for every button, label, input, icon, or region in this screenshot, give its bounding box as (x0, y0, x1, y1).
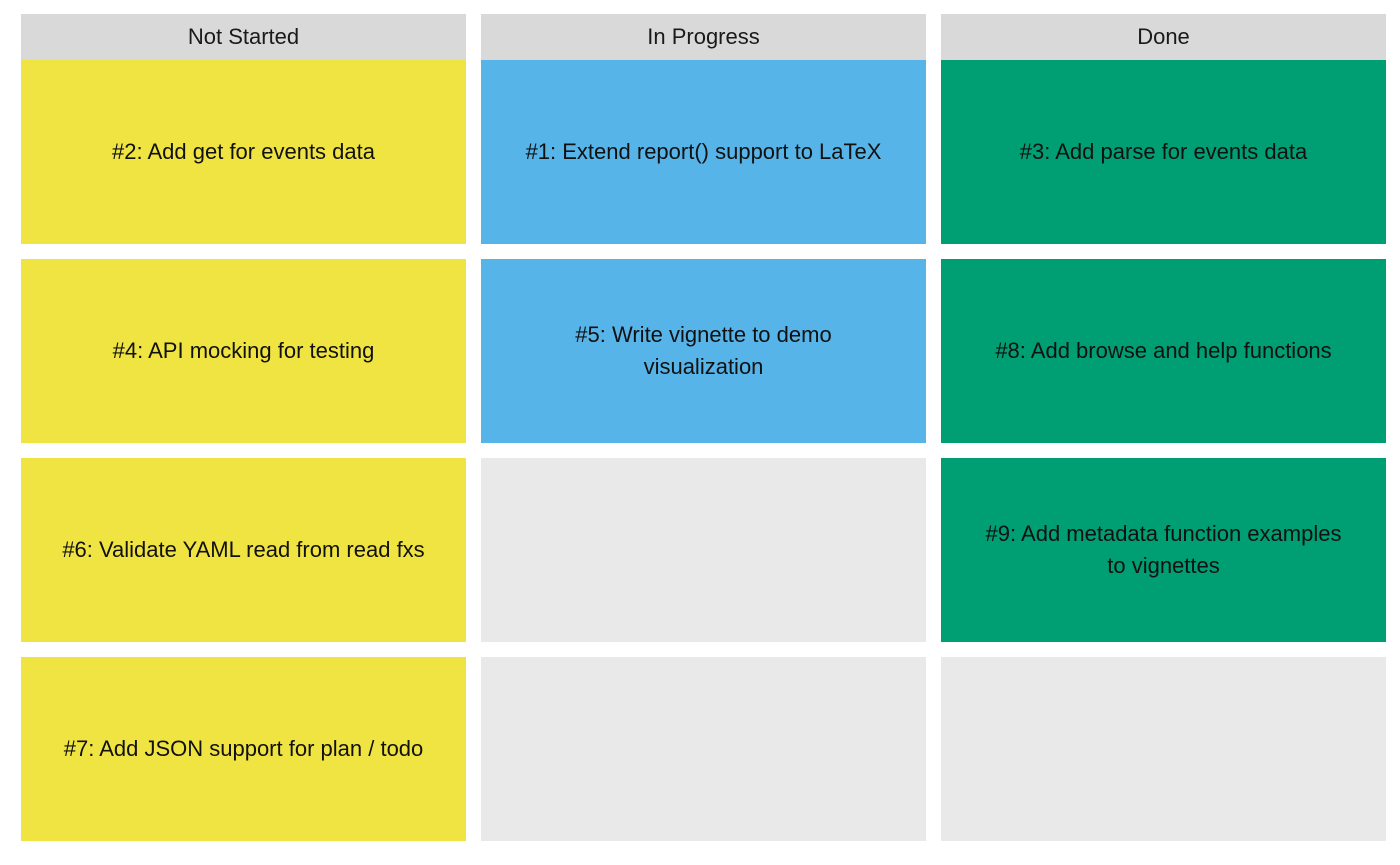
issue-card[interactable]: #3: Add parse for events data (941, 60, 1386, 244)
issue-card[interactable]: #5: Write vignette to demo visualization (481, 259, 926, 443)
issue-card[interactable]: #4: API mocking for testing (21, 259, 466, 443)
column-cards-not-started: #2: Add get for events data #4: API mock… (21, 60, 466, 841)
column-in-progress: In Progress #1: Extend report() support … (481, 14, 926, 841)
issue-card[interactable]: #1: Extend report() support to LaTeX (481, 60, 926, 244)
issue-card[interactable]: #8: Add browse and help functions (941, 259, 1386, 443)
issue-card[interactable]: #7: Add JSON support for plan / todo (21, 657, 466, 841)
column-header-in-progress: In Progress (481, 14, 926, 60)
issue-card[interactable]: #6: Validate YAML read from read fxs (21, 458, 466, 642)
empty-slot (941, 657, 1386, 841)
column-done: Done #3: Add parse for events data #8: A… (941, 14, 1386, 841)
column-header-done: Done (941, 14, 1386, 60)
kanban-board: Not Started #2: Add get for events data … (21, 14, 1386, 841)
issue-card[interactable]: #2: Add get for events data (21, 60, 466, 244)
column-header-not-started: Not Started (21, 14, 466, 60)
column-cards-in-progress: #1: Extend report() support to LaTeX #5:… (481, 60, 926, 841)
empty-slot (481, 458, 926, 642)
empty-slot (481, 657, 926, 841)
column-cards-done: #3: Add parse for events data #8: Add br… (941, 60, 1386, 841)
column-not-started: Not Started #2: Add get for events data … (21, 14, 466, 841)
issue-card[interactable]: #9: Add metadata function examples to vi… (941, 458, 1386, 642)
